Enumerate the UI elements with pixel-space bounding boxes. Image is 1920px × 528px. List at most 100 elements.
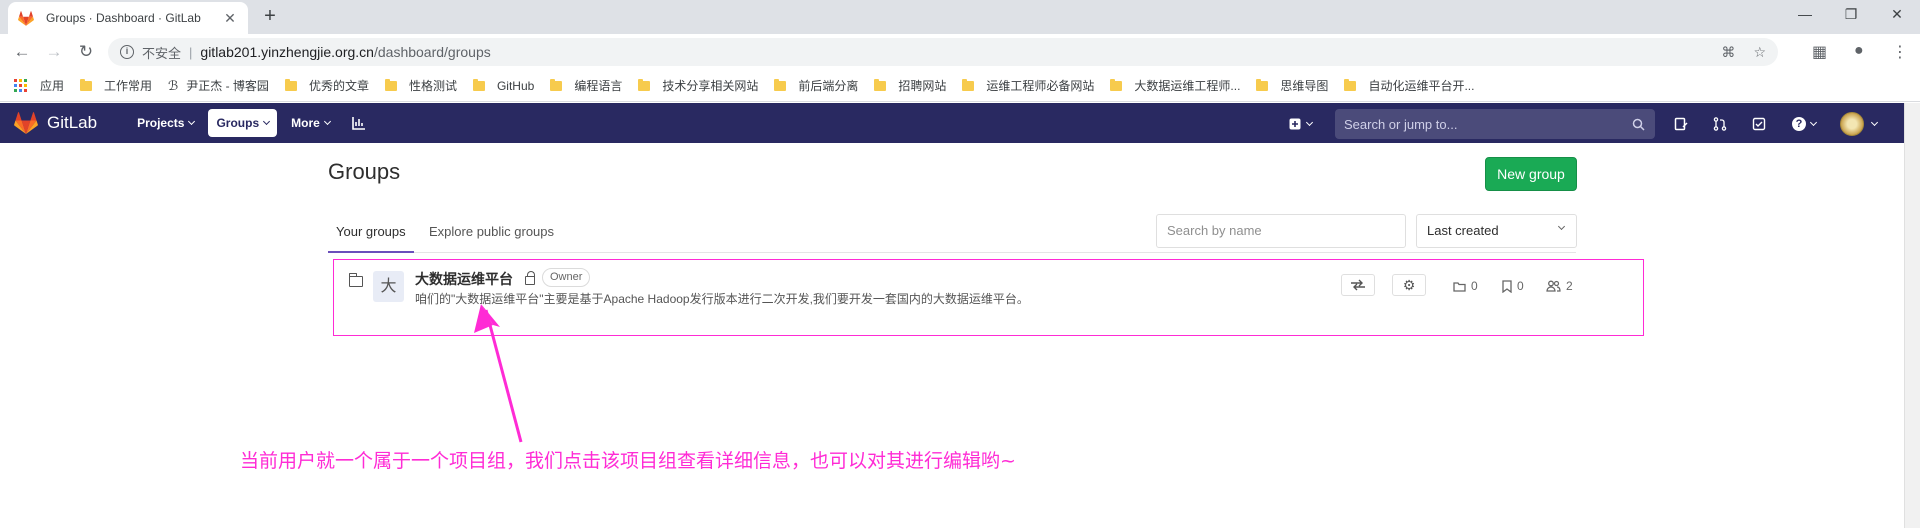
bookmark-item[interactable]: 运维工程师必备网站 (962, 77, 1094, 94)
bookmark-label: 大数据运维工程师... (1134, 79, 1241, 93)
sort-dropdown[interactable]: Last created (1416, 214, 1577, 248)
profile-icon[interactable]: ● (1854, 42, 1864, 60)
back-icon[interactable]: ← (10, 40, 34, 64)
bookmark-label: 自动化运维平台开... (1368, 79, 1475, 93)
issues-icon[interactable] (1672, 115, 1690, 133)
bookmark-item[interactable]: 编程语言 (550, 77, 622, 94)
subgroup-folder-icon (1453, 281, 1466, 292)
url-host: gitlab201.yinzhengjie.org.cn (200, 44, 374, 60)
folder-icon (80, 78, 93, 91)
address-bar[interactable]: i 不安全 | gitlab201.yinzhengjie.org.cn/das… (108, 38, 1778, 66)
user-avatar[interactable] (1840, 112, 1864, 136)
nav-groups[interactable]: Groups (208, 109, 278, 137)
window-close-icon[interactable]: ✕ (1874, 0, 1920, 30)
extension-icon[interactable]: ▦ (1812, 42, 1827, 62)
chevron-down-icon (263, 117, 271, 126)
tab-your-groups[interactable]: Your groups (328, 213, 414, 253)
bookmark-item[interactable]: 思维导图 (1256, 77, 1328, 94)
bookmark-label: 优秀的文章 (308, 79, 369, 93)
reload-icon[interactable]: ↻ (74, 40, 98, 64)
gitlab-tanuki-icon (14, 112, 38, 134)
folder-icon (774, 78, 787, 91)
nav-projects[interactable]: Projects (129, 109, 202, 137)
new-tab-button[interactable]: + (258, 5, 282, 29)
new-group-button[interactable]: New group (1485, 157, 1577, 191)
avatar-chevron-down-icon[interactable] (1866, 115, 1879, 133)
bookmark-item[interactable]: 自动化运维平台开... (1344, 77, 1474, 94)
bookmark-item[interactable]: ℬ 尹正杰 - 博客园 (168, 77, 269, 94)
group-avatar[interactable]: 大 (373, 271, 404, 302)
bookmark-item[interactable]: 招聘网站 (874, 77, 946, 94)
gitlab-brand: GitLab (47, 113, 98, 132)
folder-icon (348, 273, 363, 287)
browser-menu-icon[interactable]: ⋮ (1892, 42, 1908, 62)
address-separator: | (189, 44, 193, 60)
group-name-link[interactable]: 大数据运维平台 (415, 269, 513, 289)
folder-icon (874, 78, 887, 91)
chevron-down-icon (188, 117, 196, 126)
search-placeholder: Search or jump to... (1344, 116, 1458, 132)
browser-tab[interactable]: Groups · Dashboard · GitLab ✕ (8, 2, 248, 34)
folder-icon (962, 78, 975, 91)
bookmark-item[interactable]: 优秀的文章 (284, 77, 369, 94)
bookmark-item[interactable]: 工作常用 (80, 77, 152, 94)
bookmark-label: 前后端分离 (798, 79, 859, 93)
leave-group-button[interactable] (1341, 274, 1375, 296)
create-new-icon[interactable] (1285, 115, 1315, 133)
group-row[interactable]: 大 大数据运维平台 Owner 咱们的"大数据运维平台"主要是基于Apache … (333, 259, 1644, 336)
bookmark-item[interactable]: 应用 (14, 77, 64, 94)
tab-close-icon[interactable]: ✕ (222, 10, 238, 27)
browser-toolbar: ← → ↻ i 不安全 | gitlab201.yinzhengjie.org.… (0, 34, 1920, 70)
apps-grid-icon (14, 78, 28, 93)
bookmark-item[interactable]: 技术分享相关网站 (638, 77, 758, 94)
restore-icon[interactable]: ❐ (1828, 0, 1874, 30)
help-icon[interactable]: ? (1788, 115, 1820, 133)
minimize-icon[interactable]: — (1782, 0, 1828, 30)
folder-icon (1344, 78, 1357, 91)
bookmark-label: 招聘网站 (898, 79, 947, 93)
nav-projects-label: Projects (137, 116, 185, 130)
folder-icon (550, 78, 563, 91)
gitlab-logo[interactable]: GitLab (14, 112, 97, 134)
annotation-text: 当前用户就一个属于一个项目组，我们点击该项目组查看详细信息，也可以对其进行编辑哟… (240, 450, 1016, 472)
folder-icon (472, 78, 485, 91)
blog-icon: ℬ (168, 77, 179, 93)
chevron-down-icon (323, 117, 331, 126)
role-badge: Owner (542, 268, 591, 287)
folder-icon (284, 78, 297, 91)
search-input[interactable]: Search or jump to... (1335, 109, 1655, 139)
bookmark-item[interactable]: 大数据运维工程师... (1110, 77, 1240, 94)
nav-more[interactable]: More (283, 109, 338, 137)
users-icon (1546, 280, 1561, 292)
bookmark-label: 性格测试 (408, 79, 457, 93)
merge-requests-icon[interactable] (1711, 115, 1729, 133)
bookmark-label: 编程语言 (574, 79, 623, 93)
tab-title: Groups · Dashboard · GitLab (46, 11, 201, 25)
tab-explore-public-groups[interactable]: Explore public groups (421, 213, 562, 253)
group-settings-button[interactable]: ⚙ (1392, 274, 1426, 296)
bookmark-star-icon[interactable]: ☆ (1753, 44, 1766, 61)
todos-icon[interactable] (1750, 115, 1768, 133)
info-icon[interactable]: i (120, 45, 134, 59)
lock-icon (525, 271, 535, 285)
bookmark-label: 思维导图 (1280, 79, 1329, 93)
projects-value: 0 (1517, 279, 1524, 293)
activity-chart-icon[interactable] (344, 109, 374, 137)
search-icon (1632, 118, 1645, 131)
bookmark-label: GitHub (496, 78, 535, 93)
bookmark-item[interactable]: GitHub (472, 78, 535, 93)
page-scrollbar[interactable] (1904, 103, 1920, 528)
subgroups-count: 0 (1453, 279, 1478, 293)
sort-selected-label: Last created (1427, 223, 1499, 238)
group-description: 咱们的"大数据运维平台"主要是基于Apache Hadoop发行版本进行二次开发… (415, 292, 1029, 306)
filter-by-name-input[interactable]: Search by name (1156, 214, 1406, 248)
forward-icon[interactable]: → (42, 40, 66, 64)
browser-tab-strip: Groups · Dashboard · GitLab ✕ + — ❐ ✕ (0, 0, 1920, 34)
security-label: 不安全 (142, 45, 182, 61)
leave-icon (1351, 279, 1365, 291)
bookmark-label: 应用 (40, 79, 65, 93)
bookmark-item[interactable]: 前后端分离 (774, 77, 858, 94)
projects-count: 0 (1502, 279, 1524, 293)
translate-icon[interactable]: ⌘ (1721, 44, 1735, 61)
bookmark-item[interactable]: 性格测试 (384, 77, 457, 94)
